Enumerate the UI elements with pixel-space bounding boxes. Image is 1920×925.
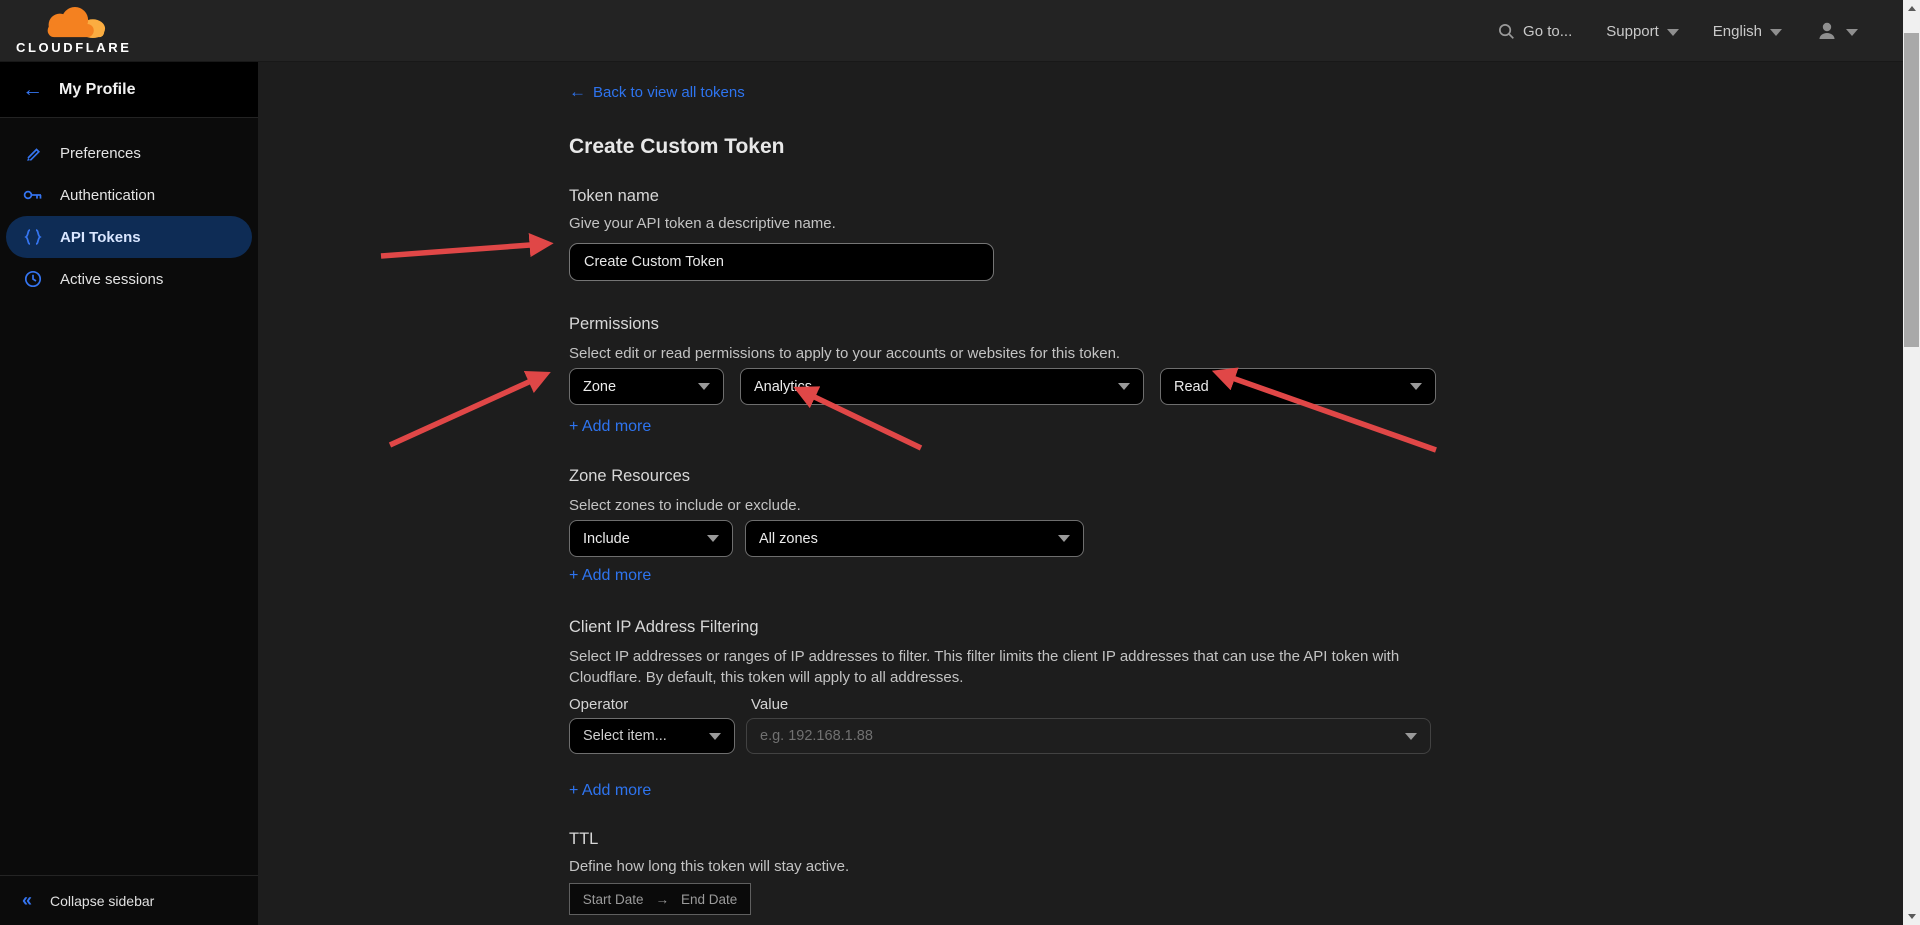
dropdown-chevron-icon: [1405, 733, 1417, 740]
dropdown-chevron-icon: [698, 383, 710, 390]
logo-wordmark: CLOUDFLARE: [16, 40, 132, 55]
scrollbar-up-button[interactable]: [1903, 0, 1920, 17]
permission-scope-value: Analytics: [754, 379, 812, 395]
token-name-input[interactable]: [569, 243, 994, 281]
value-placeholder: e.g. 192.168.1.88: [760, 728, 873, 744]
chevron-down-icon: [1667, 29, 1679, 36]
dropdown-chevron-icon: [1058, 535, 1070, 542]
zone-scope-select[interactable]: All zones: [745, 520, 1084, 557]
back-to-tokens-link[interactable]: ← Back to view all tokens: [569, 82, 745, 102]
support-label: Support: [1606, 23, 1659, 40]
chevron-down-icon: [1846, 29, 1858, 36]
sidebar-item-label: Preferences: [60, 145, 141, 162]
zone-resources-description: Select zones to include or exclude.: [569, 495, 1903, 516]
token-name-label: Token name: [569, 187, 1903, 206]
sidebar-item-preferences[interactable]: Preferences: [0, 132, 258, 174]
chevron-down-icon: [1770, 29, 1782, 36]
ttl-end-date: End Date: [681, 892, 737, 907]
sidebar: ← My Profile Preferences: [0, 62, 258, 925]
collapse-sidebar-button[interactable]: « Collapse sidebar: [0, 875, 258, 925]
permissions-row: Zone Analytics Read: [569, 368, 1903, 405]
permission-type-value: Zone: [583, 379, 616, 395]
permission-type-select[interactable]: Zone: [569, 368, 724, 405]
vertical-scrollbar: [1903, 0, 1920, 925]
triangle-up-icon: [1908, 6, 1916, 11]
search-icon: [1498, 23, 1515, 40]
ip-filtering-label: Client IP Address Filtering: [569, 618, 1903, 637]
arrow-right-icon: →: [655, 892, 669, 907]
language-label: English: [1713, 23, 1762, 40]
ttl-start-date: Start Date: [583, 892, 644, 907]
value-label: Value: [751, 696, 788, 713]
collapse-sidebar-label: Collapse sidebar: [50, 893, 154, 909]
support-menu[interactable]: Support: [1606, 23, 1679, 40]
dropdown-chevron-icon: [1118, 383, 1130, 390]
scrollbar-down-button[interactable]: [1903, 908, 1920, 925]
clock-icon: [22, 270, 44, 288]
top-nav: Go to... Support English: [1498, 0, 1858, 62]
ip-filtering-row: Select item... e.g. 192.168.1.88: [569, 718, 1903, 754]
operator-label: Operator: [569, 696, 751, 713]
sidebar-nav: Preferences Authentication: [0, 118, 258, 300]
zone-include-value: Include: [583, 531, 630, 547]
dropdown-chevron-icon: [707, 535, 719, 542]
permission-scope-select[interactable]: Analytics: [740, 368, 1144, 405]
user-icon: [1816, 20, 1838, 42]
sidebar-header: ← My Profile: [0, 62, 258, 118]
ttl-label: TTL: [569, 830, 1903, 849]
permission-level-select[interactable]: Read: [1160, 368, 1436, 405]
language-menu[interactable]: English: [1713, 23, 1782, 40]
key-icon: [22, 186, 44, 204]
ip-filtering-column-labels: Operator Value: [569, 696, 1903, 713]
pencil-icon: [22, 144, 44, 162]
ip-filtering-description: Select IP addresses or ranges of IP addr…: [569, 646, 1429, 688]
sidebar-item-label: Authentication: [60, 187, 155, 204]
back-link-label: Back to view all tokens: [593, 84, 745, 101]
triangle-down-icon: [1908, 914, 1916, 919]
back-arrow-icon: ←: [569, 82, 586, 102]
cloudflare-logo[interactable]: CLOUDFLARE: [16, 7, 132, 55]
value-select[interactable]: e.g. 192.168.1.88: [746, 718, 1431, 754]
scrollbar-thumb[interactable]: [1904, 33, 1919, 347]
token-name-description: Give your API token a descriptive name.: [569, 213, 1903, 234]
account-menu[interactable]: [1816, 20, 1858, 42]
zone-resources-row: Include All zones: [569, 520, 1903, 557]
ip-filtering-add-more-link[interactable]: + Add more: [569, 782, 651, 800]
ttl-description: Define how long this token will stay act…: [569, 856, 1903, 877]
zone-include-select[interactable]: Include: [569, 520, 733, 557]
zone-resources-add-more-link[interactable]: + Add more: [569, 567, 651, 585]
sidebar-item-api-tokens[interactable]: API Tokens: [6, 216, 252, 258]
goto-label: Go to...: [1523, 23, 1572, 40]
braces-icon: [22, 228, 44, 246]
cloudflare-dashboard: CLOUDFLARE Go to... Support English: [0, 0, 1920, 925]
sidebar-item-label: Active sessions: [60, 271, 163, 288]
dropdown-chevron-icon: [709, 733, 721, 740]
ttl-date-range-picker[interactable]: Start Date → End Date: [569, 883, 751, 915]
permission-level-value: Read: [1174, 379, 1209, 395]
zone-resources-label: Zone Resources: [569, 467, 1903, 486]
dropdown-chevron-icon: [1410, 383, 1422, 390]
permissions-description: Select edit or read permissions to apply…: [569, 343, 1903, 364]
top-bar: CLOUDFLARE Go to... Support English: [0, 0, 1903, 62]
main-content: ← Back to view all tokens Create Custom …: [258, 62, 1903, 925]
sidebar-item-active-sessions[interactable]: Active sessions: [0, 258, 258, 300]
goto-search-button[interactable]: Go to...: [1498, 23, 1572, 40]
operator-placeholder: Select item...: [583, 728, 667, 744]
sidebar-item-label: API Tokens: [60, 229, 141, 246]
cloudflare-cloud-icon: [35, 7, 113, 39]
sidebar-title: My Profile: [59, 81, 135, 99]
permissions-add-more-link[interactable]: + Add more: [569, 418, 651, 436]
zone-scope-value: All zones: [759, 531, 818, 547]
permissions-label: Permissions: [569, 315, 1903, 334]
page-title: Create Custom Token: [569, 135, 1903, 159]
operator-select[interactable]: Select item...: [569, 718, 735, 754]
back-arrow-icon[interactable]: ←: [22, 78, 43, 102]
sidebar-item-authentication[interactable]: Authentication: [0, 174, 258, 216]
double-chevron-left-icon: «: [22, 890, 32, 911]
